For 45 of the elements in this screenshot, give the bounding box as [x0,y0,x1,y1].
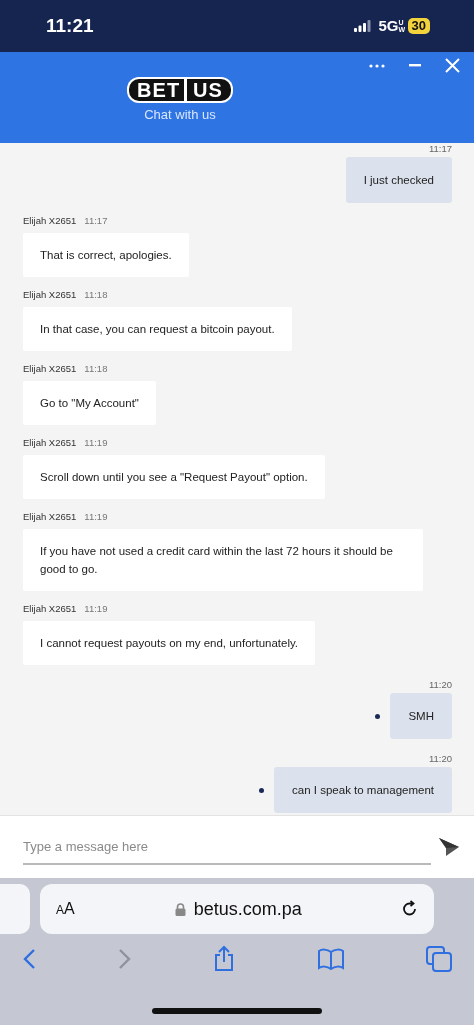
sender-name: Elijah X2651 [23,603,77,615]
signal-icon [353,20,371,32]
sender-name: Elijah X2651 [23,215,77,227]
message-time: 11:20 [428,753,452,765]
message-bubble: That is correct, apologies. [23,233,189,277]
address-bar[interactable]: AA betus.com.pa [40,884,434,934]
back-icon[interactable] [22,947,36,970]
battery-level: 30 [407,18,430,34]
send-icon[interactable] [438,837,460,857]
message-time: 11:19 [84,437,108,449]
message-time: 11:18 [84,363,108,375]
brand-logo: BET US [127,76,233,103]
message-bubble: I cannot request payouts on my end, unfortunately. [23,621,316,665]
message-bubble: Scroll down until you see a "Request Payout" option. [23,455,325,499]
message-bubble: SMH [390,693,452,739]
sender-name: Elijah X2651 [23,363,77,375]
tabs-icon[interactable] [426,945,452,972]
message-bubble: In that case, you can request a bitcoin payout. [23,307,292,351]
message-bubble: If you have not used a credit card within the last 72 hours it should be good to go. [23,529,423,591]
sender-name: Elijah X2651 [23,511,77,523]
message-bubble: can I speak to management [274,767,452,813]
message-input[interactable]: Type a message here [23,829,431,865]
message-time: 11:19 [84,603,108,615]
clock-time: 11:21 [46,13,94,38]
tab-preview[interactable] [0,884,30,934]
sender-name: Elijah X2651 [23,437,77,449]
message-time: 11:17 [428,143,452,155]
more-icon[interactable] [369,63,385,68]
minimize-icon[interactable] [409,64,421,67]
message-time: 11:17 [84,215,108,227]
url-text: betus.com.pa [193,897,302,921]
lock-icon [174,902,186,916]
network-label: 5G [378,15,399,36]
reload-icon[interactable] [402,900,418,918]
message-bubble: Go to "My Account" [23,381,156,425]
share-icon[interactable] [213,945,235,972]
message-time: 11:20 [428,679,452,691]
message-bubble: I just checked [345,157,452,203]
message-time: 11:19 [84,511,108,523]
header-subtitle: Chat with us [144,105,216,124]
close-icon[interactable] [445,58,460,73]
text-size-button[interactable]: AA [56,897,75,921]
sender-name: Elijah X2651 [23,289,77,301]
message-time: 11:18 [84,289,108,301]
bookmarks-icon[interactable] [316,947,345,970]
